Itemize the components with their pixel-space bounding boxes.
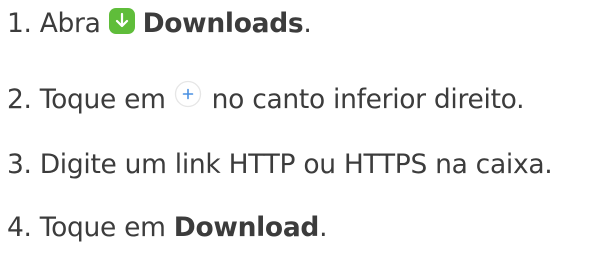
step-text: Digite um link HTTP ou HTTPS na caixa.	[39, 148, 553, 180]
step-1: 1. Abra Downloads .	[7, 4, 312, 44]
app-name-downloads: Downloads	[142, 7, 304, 39]
add-plus-icon	[174, 80, 202, 108]
downloads-app-icon	[108, 8, 135, 34]
step-text: Abra	[39, 7, 101, 39]
step-4: 4. Toque em Download .	[7, 208, 328, 248]
instruction-steps-list: 1. Abra Downloads . 2. Toque em no canto…	[0, 0, 611, 254]
step-text: Toque em	[39, 83, 166, 115]
step-2: 2. Toque em no canto inferior direito.	[7, 80, 525, 120]
download-label: Download	[173, 211, 320, 243]
step-text-continuation: no canto inferior direito.	[211, 83, 525, 115]
step-3: 3. Digite um link HTTP ou HTTPS na caixa…	[7, 145, 553, 185]
step-text: Toque em	[39, 211, 166, 243]
step-number: 3.	[7, 148, 32, 180]
step-punctuation: .	[303, 7, 312, 39]
step-number: 1.	[7, 7, 32, 39]
step-number: 2.	[7, 83, 32, 115]
step-punctuation: .	[319, 211, 328, 243]
step-number: 4.	[7, 211, 32, 243]
